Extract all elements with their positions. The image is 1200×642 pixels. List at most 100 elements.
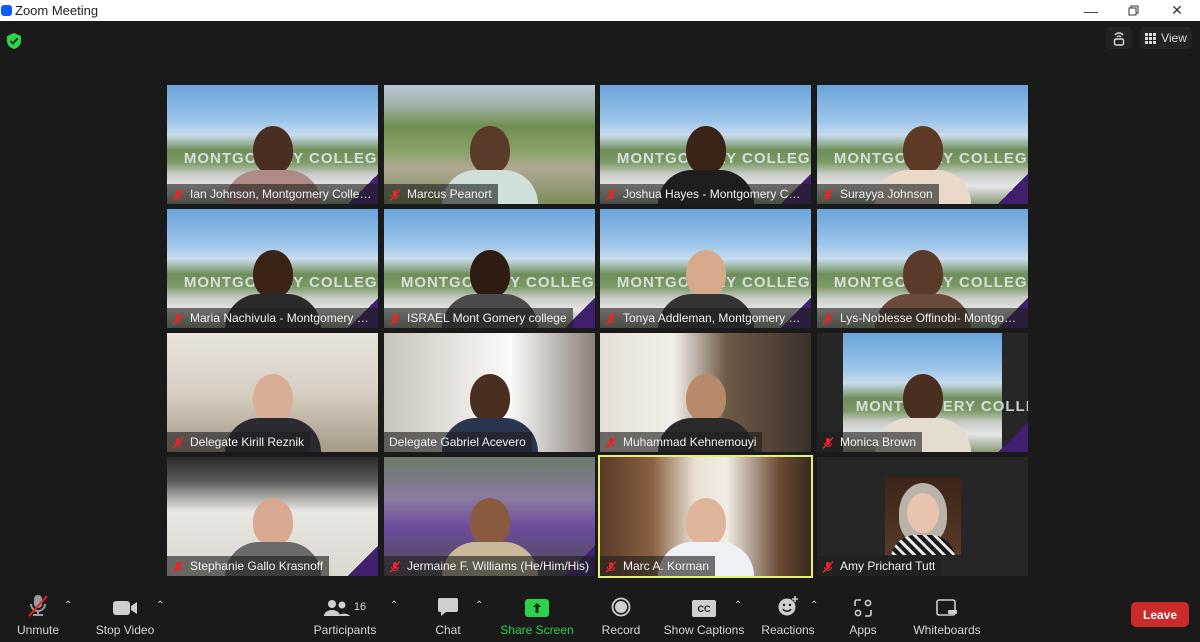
zoom-logo-icon xyxy=(1,5,12,16)
participant-name: Stephanie Gallo Krasnoff xyxy=(190,559,324,573)
microphone-muted-icon xyxy=(605,312,617,325)
share-screen-label: Share Screen xyxy=(500,623,574,637)
participant-name: ISRAEL Mont Gomery college xyxy=(407,311,567,325)
microphone-muted-icon xyxy=(28,595,48,617)
participant-tile[interactable]: Amy Prichard Tutt xyxy=(817,457,1028,576)
unmute-label: Unmute xyxy=(16,623,60,637)
window-titlebar: Zoom Meeting — ✕ xyxy=(0,0,1200,21)
video-options-caret[interactable]: ⌃ xyxy=(156,600,164,611)
meeting-gallery: View MONTGOMERY COLLEGEIan Johnson, Mont… xyxy=(0,21,1200,591)
college-logo-badge xyxy=(998,174,1028,204)
immersive-view-icon xyxy=(1113,32,1125,46)
microphone-muted-icon xyxy=(389,188,401,201)
record-label: Record xyxy=(601,623,641,637)
participant-nameplate: Delegate Gabriel Acevero xyxy=(384,432,532,452)
window-title: Zoom Meeting xyxy=(15,3,99,18)
participant-tile[interactable]: Delegate Gabriel Acevero xyxy=(384,333,595,452)
microphone-muted-icon xyxy=(389,560,401,573)
record-button[interactable]: Record xyxy=(599,591,643,642)
participant-name: Maria Nachivula - Montgomery C... xyxy=(190,311,372,325)
show-captions-label: Show Captions xyxy=(663,623,745,637)
cc-icon: CC xyxy=(692,600,716,617)
stop-video-label: Stop Video xyxy=(95,623,155,637)
participant-nameplate: Surayya Johnson xyxy=(817,184,939,204)
whiteboards-label: Whiteboards xyxy=(913,623,981,637)
participant-nameplate: ISRAEL Mont Gomery college xyxy=(384,308,573,328)
participant-name: Joshua Hayes - Montgomery Coll... xyxy=(623,187,805,201)
microphone-muted-icon xyxy=(605,560,617,573)
participant-nameplate: Ian Johnson, Montgomery College xyxy=(167,184,378,204)
share-screen-icon xyxy=(525,599,549,617)
participants-label: Participants xyxy=(313,623,377,637)
participant-tile[interactable]: MONTGOMERY COLLEGEISRAEL Mont Gomery col… xyxy=(384,209,595,328)
chat-bubble-icon xyxy=(438,598,458,616)
participant-tile[interactable]: Jermaine F. Williams (He/Him/His) xyxy=(384,457,595,576)
participant-nameplate: Maria Nachivula - Montgomery C... xyxy=(167,308,378,328)
chat-options-caret[interactable]: ⌃ xyxy=(475,600,483,611)
participant-nameplate: Marcus Peanort xyxy=(384,184,498,204)
participant-tile[interactable]: MONTGOMERY COLLEGETonya Addleman, Montgo… xyxy=(600,209,811,328)
captions-options-caret[interactable]: ⌃ xyxy=(734,600,742,611)
record-icon xyxy=(611,597,631,617)
participant-tile[interactable]: MONTGOMERY COLLEGEIan Johnson, Montgomer… xyxy=(167,85,378,204)
participant-tile[interactable]: Stephanie Gallo Krasnoff xyxy=(167,457,378,576)
participant-nameplate: Tonya Addleman, Montgomery Co... xyxy=(600,308,811,328)
participant-name: Marc A. Korman xyxy=(623,559,710,573)
whiteboards-button[interactable]: Whiteboards xyxy=(910,591,984,642)
microphone-muted-icon xyxy=(605,436,617,449)
participant-name: Lys-Noblesse Offinobi- Montgom... xyxy=(840,311,1022,325)
apps-label: Apps xyxy=(849,623,877,637)
close-icon[interactable]: ✕ xyxy=(1157,0,1197,21)
immersive-view-button[interactable] xyxy=(1106,27,1132,49)
participants-button[interactable]: 16 Participants xyxy=(310,591,380,642)
participant-tile[interactable]: MONTGOMERY COLLEGESurayya Johnson xyxy=(817,85,1028,204)
participant-tile[interactable]: MONTGOMERY COLLEGEMonica Brown xyxy=(817,333,1028,452)
unmute-button[interactable]: Unmute xyxy=(14,591,62,642)
participant-nameplate: Monica Brown xyxy=(817,432,923,452)
participant-nameplate: Amy Prichard Tutt xyxy=(817,556,942,576)
video-camera-icon xyxy=(113,601,137,615)
microphone-muted-icon xyxy=(822,312,834,325)
participant-name: Tonya Addleman, Montgomery Co... xyxy=(623,311,805,325)
view-button[interactable]: View xyxy=(1140,27,1192,49)
college-logo-badge xyxy=(348,546,378,576)
participant-nameplate: Muhammad Kehnemouyi xyxy=(600,432,763,452)
shield-check-icon[interactable] xyxy=(7,33,21,49)
participant-nameplate: Lys-Noblesse Offinobi- Montgom... xyxy=(817,308,1028,328)
chat-button[interactable]: Chat xyxy=(430,591,466,642)
apps-button[interactable]: Apps xyxy=(846,591,880,642)
show-captions-button[interactable]: CC Show Captions xyxy=(664,591,744,642)
microphone-muted-icon xyxy=(822,560,834,573)
share-screen-button[interactable]: Share Screen xyxy=(500,591,574,642)
participant-name: Delegate Gabriel Acevero xyxy=(389,435,526,449)
participant-name: Amy Prichard Tutt xyxy=(840,559,936,573)
participant-nameplate: Delegate Kirill Reznik xyxy=(167,432,311,452)
stop-video-button[interactable]: Stop Video xyxy=(92,591,158,642)
participant-tile[interactable]: Muhammad Kehnemouyi xyxy=(600,333,811,452)
reactions-button[interactable]: Reactions xyxy=(760,591,816,642)
reactions-options-caret[interactable]: ⌃ xyxy=(810,600,818,611)
leave-button[interactable]: Leave xyxy=(1131,602,1189,627)
audio-options-caret[interactable]: ⌃ xyxy=(64,600,72,611)
microphone-muted-icon xyxy=(172,436,184,449)
participant-nameplate: Marc A. Korman xyxy=(600,556,716,576)
microphone-muted-icon xyxy=(172,188,184,201)
restore-icon[interactable] xyxy=(1113,0,1153,21)
participant-name: Marcus Peanort xyxy=(407,187,492,201)
participant-tile[interactable]: Marc A. Korman xyxy=(598,455,813,578)
participant-tile[interactable]: MONTGOMERY COLLEGEMaria Nachivula - Mont… xyxy=(167,209,378,328)
participant-tile[interactable]: MONTGOMERY COLLEGEJoshua Hayes - Montgom… xyxy=(600,85,811,204)
microphone-muted-icon xyxy=(822,436,834,449)
participant-name: Monica Brown xyxy=(840,435,917,449)
participant-tile[interactable]: Delegate Kirill Reznik xyxy=(167,333,378,452)
participant-tile[interactable]: Marcus Peanort xyxy=(384,85,595,204)
participants-options-caret[interactable]: ⌃ xyxy=(390,600,398,611)
participant-name: Jermaine F. Williams (He/Him/His) xyxy=(407,559,589,573)
microphone-muted-icon xyxy=(172,312,184,325)
microphone-muted-icon xyxy=(389,312,401,325)
grid-icon xyxy=(1145,32,1157,44)
participant-name: Delegate Kirill Reznik xyxy=(190,435,305,449)
participant-count: 16 xyxy=(353,601,367,613)
participant-tile[interactable]: MONTGOMERY COLLEGELys-Noblesse Offinobi-… xyxy=(817,209,1028,328)
minimize-icon[interactable]: — xyxy=(1071,0,1111,21)
